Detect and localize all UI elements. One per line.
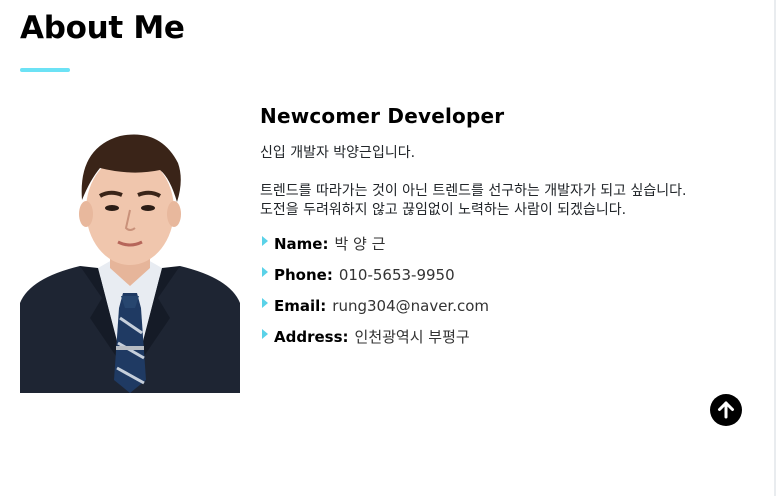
detail-address: Address: 인천광역시 부평구 — [260, 327, 710, 358]
about-info: Newcomer Developer 신입 개발자 박양근입니다. 트렌드를 따… — [260, 104, 710, 358]
arrow-up-icon — [718, 401, 734, 419]
detail-key: Address: — [274, 328, 349, 346]
detail-key: Email: — [274, 297, 327, 315]
scroll-to-top-button[interactable] — [710, 394, 742, 426]
detail-value: 010-5653-9950 — [338, 266, 455, 284]
page-title: About Me — [20, 10, 185, 46]
detail-value: rung304@naver.com — [332, 297, 490, 315]
caret-right-icon — [262, 329, 268, 339]
detail-list: Name: 박 양 근 Phone: 010-5653-9950 Email: … — [260, 234, 710, 358]
intro-line: 신입 개발자 박양근입니다. — [260, 145, 416, 161]
detail-value: 박 양 근 — [334, 235, 386, 253]
profile-headline: Newcomer Developer — [260, 104, 505, 128]
caret-right-icon — [262, 236, 268, 246]
profile-photo — [20, 118, 240, 393]
intro-line: 도전을 두려워하지 않고 끊임없이 노력하는 사람이 되겠습니다. — [260, 202, 627, 218]
intro-text: 신입 개발자 박양근입니다. 트렌드를 따라가는 것이 아닌 트렌드를 선구하는… — [260, 144, 710, 220]
detail-key: Name: — [274, 235, 329, 253]
detail-name: Name: 박 양 근 — [260, 234, 710, 265]
title-underline — [20, 68, 70, 72]
caret-right-icon — [262, 298, 268, 308]
detail-key: Phone: — [274, 266, 333, 284]
intro-line: 트렌드를 따라가는 것이 아닌 트렌드를 선구하는 개발자가 되고 싶습니다. — [260, 183, 687, 199]
detail-value: 인천광역시 부평구 — [354, 328, 470, 346]
detail-phone: Phone: 010-5653-9950 — [260, 265, 710, 296]
caret-right-icon — [262, 267, 268, 277]
detail-email: Email: rung304@naver.com — [260, 296, 710, 327]
